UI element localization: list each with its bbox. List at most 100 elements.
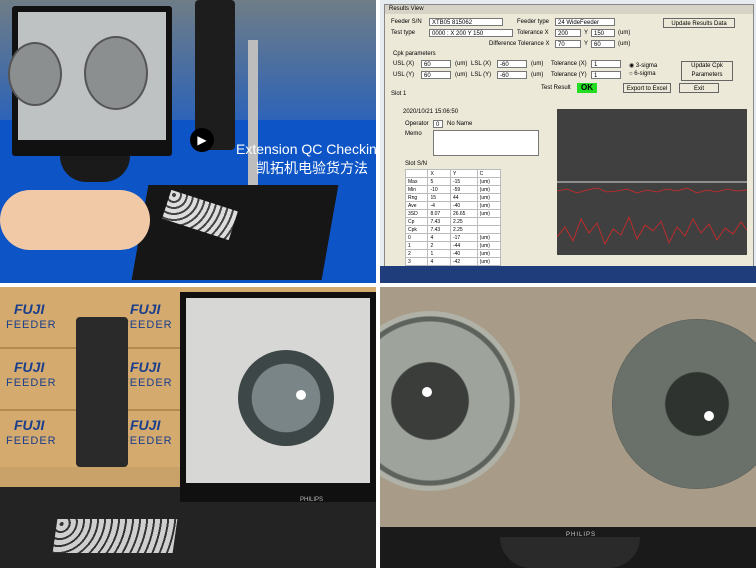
table-cell: -10 — [427, 185, 451, 194]
table-row: 3 4 -42 (um) — [404, 257, 502, 266]
monitor-stand — [500, 537, 640, 568]
box-brand-5: FUJI — [14, 417, 45, 433]
update-results-button[interactable]: Update Results Data — [663, 18, 735, 28]
table-cell: -40 — [449, 201, 478, 210]
lsl-x-label: LSL (X) — [471, 61, 492, 67]
panel-results-view: Results View Feeder S/N XTB05 815062 Fee… — [380, 0, 756, 283]
table-cell: 8.07 — [427, 209, 451, 218]
table-cell: Min — [404, 185, 429, 194]
graph-trace-y — [556, 215, 748, 245]
table-row: Ave -4 -40 (um) — [404, 201, 502, 210]
usl-y-field[interactable]: 60 — [421, 71, 451, 79]
feeder-sn-label: Feeder S/N — [391, 19, 422, 25]
table-cell: (um) — [476, 201, 502, 210]
table-cell: 3SD — [404, 209, 429, 218]
table-cell: 26.65 — [449, 209, 478, 218]
usl-x-field[interactable]: 60 — [421, 60, 451, 68]
usl-y-label: USL (Y) — [393, 72, 415, 78]
usl-y-unit: (um) — [455, 72, 468, 78]
table-row: Cp 7.43 2.25 — [404, 217, 502, 226]
tol-y-field[interactable]: 1 — [591, 71, 621, 79]
diff-tolerance-x-field[interactable]: 70 — [555, 40, 581, 48]
tolerance-x-field[interactable]: 200 — [555, 29, 581, 37]
tol-x-field[interactable]: 1 — [591, 60, 621, 68]
tol-x-label: Tolerance (X) — [551, 61, 587, 67]
usl-x-unit: (um) — [455, 61, 468, 67]
diff-tolerance-y-field[interactable]: 60 — [591, 40, 615, 48]
table-cell: Max — [404, 177, 429, 186]
box-text-5: FEEDER — [6, 435, 57, 447]
table-header-cell: X — [427, 169, 451, 178]
monitor-stand — [60, 156, 130, 182]
nozzle-right — [612, 319, 756, 489]
table-row: Rng 15 44 (um) — [404, 193, 502, 202]
table-row: 2 1 -40 (um) — [404, 249, 502, 258]
panel-microscope-setup: FUJI FEEDER FUJI FEEDER FUJI FEEDER FUJI… — [0, 287, 376, 568]
caption-chinese: 凯拓机电验货方法 — [256, 160, 368, 176]
box-brand-3: FUJI — [14, 359, 45, 375]
microscope-body — [76, 317, 128, 467]
table-cell: (um) — [476, 185, 502, 194]
table-cell: 2 — [427, 241, 451, 250]
table-header-cell — [404, 169, 429, 178]
table-cell: 0 — [404, 233, 429, 242]
play-icon[interactable]: ▶ — [190, 128, 214, 152]
monitor — [180, 292, 376, 502]
operator-field[interactable]: 0 — [433, 120, 443, 128]
tolerance-y-label: Y — [584, 30, 589, 36]
table-header-cell: Y — [449, 169, 478, 178]
radio-6sigma-label: 6-sigma — [634, 71, 656, 77]
tolerance-y-field[interactable]: 150 — [591, 29, 615, 37]
results-table: X Y C Max 5 -15 (um) Min -10 -59 (um) Rng 15 44 (um) Av… — [404, 169, 502, 274]
table-cell: Ave — [404, 201, 429, 210]
exit-button[interactable]: Exit — [679, 83, 719, 93]
usl-x-label: USL (X) — [393, 61, 415, 67]
test-type-select[interactable]: 0000 : X 200 Y 150 — [429, 29, 513, 37]
nozzle-disc-right — [84, 36, 148, 110]
table-row: 3SD 8.07 26.65 (um) — [404, 209, 502, 218]
box-text-3: FEEDER — [6, 377, 57, 389]
lsl-y-field[interactable]: -60 — [497, 71, 527, 79]
panel-nozzle-closeup: PHILIPS — [380, 287, 756, 568]
table-cell: 4 — [427, 257, 451, 266]
test-result-badge: OK — [577, 83, 597, 93]
caption-english: Extension QC Checking — [236, 141, 376, 157]
test-plate — [52, 519, 178, 553]
table-cell: 3 — [404, 257, 429, 266]
test-type-label: Test type — [391, 30, 416, 36]
update-cpk-button[interactable]: Update Cpk Parameters — [681, 61, 733, 81]
table-row: Cpk 7.43 2.25 — [404, 225, 502, 234]
table-cell: (um) — [476, 249, 502, 258]
lsl-x-unit: (um) — [531, 61, 544, 67]
radio-3sigma[interactable]: ◉ 3-sigma — [629, 62, 657, 69]
operator-label: Operator — [405, 121, 429, 127]
window-title: Results View — [385, 5, 753, 14]
taskbar — [380, 266, 756, 283]
box-brand-1: FUJI — [14, 301, 45, 317]
lsl-x-field[interactable]: -60 — [497, 60, 527, 68]
memo-label: Memo — [405, 131, 422, 137]
cpk-parameters-label: Cpk parameters — [393, 51, 436, 57]
feeder-sn-field[interactable]: XTB05 815062 — [429, 18, 503, 26]
tol-y-label: Tolerance (Y) — [551, 72, 587, 78]
table-row: Max 5 -15 (um) — [404, 177, 502, 186]
table-cell — [476, 217, 502, 226]
box-text-1: FEEDER — [6, 319, 57, 331]
memo-field[interactable] — [433, 130, 539, 156]
graph-svg — [556, 181, 748, 245]
table-cell: -17 — [449, 233, 478, 242]
table-cell: (um) — [476, 209, 502, 218]
box-brand-4: FUJI — [130, 359, 161, 375]
table-cell: 2.25 — [449, 225, 478, 234]
radio-6sigma[interactable]: ○ 6-sigma — [629, 71, 656, 77]
feeder-type-field[interactable]: 24 WideFeeder — [555, 18, 615, 26]
nozzle-right-hole — [704, 411, 714, 421]
nozzle-left — [380, 311, 520, 491]
table-cell: 7.43 — [427, 217, 451, 226]
table-cell: -42 — [449, 257, 478, 266]
export-excel-button[interactable]: Export to Excel — [623, 83, 671, 93]
monitor — [8, 6, 172, 156]
tolerance-x-label: Tolerance X — [517, 30, 549, 36]
lsl-y-label: LSL (Y) — [471, 72, 492, 78]
tab-slot-1[interactable]: Slot 1 — [391, 91, 406, 97]
